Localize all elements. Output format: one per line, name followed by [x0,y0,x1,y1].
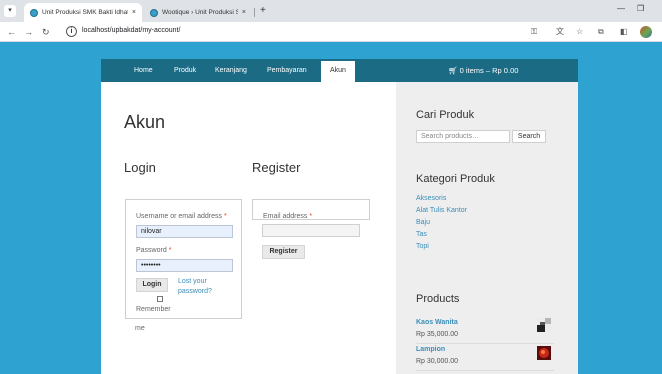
tab-title: Unit Produksi SMK Bakti Idhata [42,9,128,16]
product-price: Rp 30,000.00 [416,358,459,365]
login-button[interactable]: Login [136,278,168,292]
password-input[interactable]: •••••••• [136,259,233,272]
password-label: Password * [136,247,172,254]
product-search-input[interactable]: Search products… [416,130,510,143]
cart-icon: 🛒︎ [448,66,458,75]
remember-me-label-wrap: me [135,325,145,332]
tab-search-icon[interactable]: ▾ [4,5,16,17]
remember-me-checkbox[interactable] [157,296,163,302]
register-form: Email address * [252,199,370,220]
tab-divider [254,8,255,17]
search-button[interactable]: Search [512,130,546,143]
password-key-icon[interactable]: ⚿ [531,27,537,37]
register-email-input[interactable] [262,224,360,237]
username-label: Username or email address * [136,213,227,220]
category-link[interactable]: Aksesoris [416,195,446,202]
close-icon[interactable]: × [132,9,136,16]
browser-tab-bar: ▾ Unit Produksi SMK Bakti Idhata × Wooti… [0,0,662,22]
close-icon[interactable]: × [242,9,246,16]
login-form: Username or email address * nilovar Pass… [125,199,242,319]
category-link[interactable]: Tas [416,231,427,238]
address-toolbar: ← → ↻ i localhost/upbakdat/my-account/ ⚿… [0,22,662,42]
username-input[interactable]: nilovar [136,225,233,238]
product-link[interactable]: Lampion [416,346,445,353]
globe-icon [150,8,158,17]
globe-icon [30,8,38,17]
cart-summary[interactable]: 🛒︎ 0 items – Rp 0.00 [448,59,518,82]
site-info-icon[interactable]: i [66,26,77,37]
product-thumbnail[interactable] [537,318,551,332]
url-text: localhost/upbakdat/my-account/ [82,27,181,34]
product-divider [416,343,554,344]
cart-total: 0 items – Rp 0.00 [459,66,519,75]
side-panel-icon[interactable]: ◧ [620,27,628,37]
main-content: Akun Login Register Username or email ad… [101,82,396,374]
back-icon[interactable]: ← [7,26,16,38]
remember-me-label: Remember [136,306,171,313]
site-navigation: Home Produk Keranjang Pembayaran Akun 🛒︎… [101,59,578,82]
nav-keranjang[interactable]: Keranjang [215,59,247,82]
address-bar[interactable]: i localhost/upbakdat/my-account/ [66,25,596,39]
tab-unit-produksi[interactable]: Unit Produksi SMK Bakti Idhata × [24,3,142,22]
category-link[interactable]: Alat Tulis Kantor [416,207,467,214]
login-heading: Login [124,160,156,175]
page-viewport: Home Produk Keranjang Pembayaran Akun 🛒︎… [0,42,662,374]
lost-password-link[interactable]: Lost your password? [178,277,212,297]
minimize-icon[interactable]: — [617,4,625,13]
nav-produk[interactable]: Produk [174,59,196,82]
product-price: Rp 35,000.00 [416,331,459,338]
category-link[interactable]: Topi [416,243,429,250]
page-title: Akun [124,112,166,132]
product-divider [416,370,554,371]
profile-avatar[interactable] [640,26,652,38]
translate-icon[interactable]: 文 [556,27,564,37]
bookmark-star-icon[interactable]: ☆ [576,27,583,37]
extensions-icon[interactable]: ⧉ [598,27,604,37]
nav-home[interactable]: Home [134,59,153,82]
restore-icon[interactable]: ❐ [637,4,644,13]
nav-akun[interactable]: Akun [321,61,355,82]
forward-icon[interactable]: → [24,26,33,38]
new-tab-button[interactable]: + [260,5,266,17]
categories-heading: Kategori Produk [416,173,495,185]
product-thumbnail[interactable] [537,346,551,360]
category-link[interactable]: Baju [416,219,430,226]
nav-pembayaran[interactable]: Pembayaran [267,59,307,82]
tab-title: Wootique › Unit Produksi SMK [162,9,238,16]
email-label: Email address * [263,213,313,220]
reload-icon[interactable]: ↻ [42,26,50,38]
tab-wootique[interactable]: Wootique › Unit Produksi SMK × [144,3,252,22]
search-heading: Cari Produk [416,109,475,121]
register-heading: Register [252,160,301,175]
register-button[interactable]: Register [262,245,305,259]
product-link[interactable]: Kaos Wanita [416,319,458,326]
products-heading: Products [416,293,460,305]
